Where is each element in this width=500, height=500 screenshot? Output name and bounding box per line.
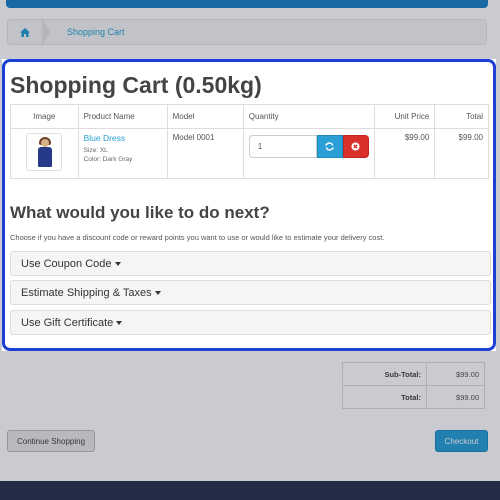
total-value: $99.00	[426, 385, 485, 409]
product-link[interactable]: Blue Dress	[84, 133, 162, 143]
next-steps-description: Choose if you have a discount code or re…	[10, 233, 385, 242]
cell-model: Model 0001	[166, 128, 244, 179]
cell-quantity	[242, 128, 375, 179]
col-product-name: Product Name	[77, 104, 168, 129]
shipping-panel-label: Estimate Shipping & Taxes	[21, 286, 152, 299]
footer-bar	[0, 481, 500, 500]
home-icon	[20, 27, 30, 37]
coupon-panel-label: Use Coupon Code	[21, 257, 112, 270]
cart-table-header: Image Product Name Model Quantity Unit P…	[10, 104, 489, 129]
caret-down-icon	[116, 320, 123, 325]
remove-icon	[351, 142, 360, 151]
voucher-panel-label: Use Gift Certificate	[21, 316, 114, 329]
continue-shopping-button[interactable]: Continue Shopping	[7, 430, 95, 452]
col-quantity: Quantity	[242, 104, 375, 129]
total-label: Total:	[342, 385, 427, 409]
coupon-panel-toggle[interactable]: Use Coupon Code	[10, 251, 491, 276]
breadcrumb-separator	[42, 19, 51, 45]
cart-panel: Shopping Cart (0.50kg) Image Product Nam…	[2, 59, 496, 351]
caret-down-icon	[154, 290, 161, 295]
quantity-group	[248, 135, 369, 158]
top-nav-bar	[6, 0, 488, 8]
product-thumbnail[interactable]	[26, 133, 63, 171]
total-row: Total: $99.00	[342, 385, 485, 409]
subtotal-label: Sub-Total:	[342, 362, 427, 386]
table-row: Blue Dress Size: XL Color: Dark Gray Mod…	[10, 128, 489, 179]
totals-table: Sub-Total: $99.00 Total: $99.00	[342, 362, 485, 409]
update-button[interactable]	[316, 135, 343, 158]
subtotal-value: $99.00	[426, 362, 485, 386]
col-total: Total	[434, 104, 489, 129]
cart-table: Image Product Name Model Quantity Unit P…	[10, 104, 489, 179]
quantity-input[interactable]	[248, 135, 317, 158]
cell-unit-price: $99.00	[373, 128, 436, 179]
voucher-panel-toggle[interactable]: Use Gift Certificate	[10, 310, 491, 335]
cell-total: $99.00	[434, 128, 489, 179]
col-image: Image	[10, 104, 79, 129]
breadcrumb-home[interactable]	[8, 20, 42, 44]
caret-down-icon	[114, 261, 121, 266]
remove-button[interactable]	[342, 135, 369, 158]
col-model: Model	[166, 104, 244, 129]
subtotal-row: Sub-Total: $99.00	[342, 362, 485, 386]
breadcrumb-shopping-cart[interactable]: Shopping Cart	[51, 27, 137, 37]
cell-image	[10, 128, 79, 179]
next-steps-title: What would you like to do next?	[10, 203, 270, 222]
product-option-color: Color: Dark Gray	[83, 156, 133, 164]
breadcrumb: Shopping Cart	[7, 19, 487, 45]
page-title: Shopping Cart (0.50kg)	[10, 72, 262, 98]
shipping-panel-toggle[interactable]: Estimate Shipping & Taxes	[10, 280, 491, 305]
refresh-icon	[325, 142, 334, 151]
col-unit-price: Unit Price	[373, 104, 436, 129]
product-option-size: Size: XL	[83, 147, 108, 154]
checkout-button[interactable]: Checkout	[435, 430, 488, 452]
cell-product-name: Blue Dress Size: XL Color: Dark Gray	[77, 128, 168, 179]
